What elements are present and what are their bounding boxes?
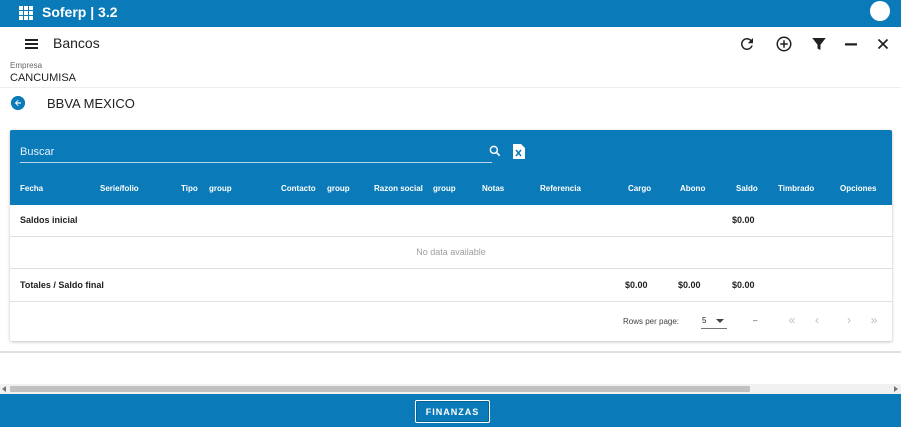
column-header-abono[interactable]: Abono — [680, 184, 705, 193]
scroll-right-icon[interactable] — [894, 386, 898, 392]
page-toolbar: Bancos — [0, 27, 901, 61]
table-row-empty: No data available — [10, 237, 892, 269]
column-header-timbrado[interactable]: Timbrado — [778, 184, 814, 193]
column-header-contacto[interactable]: Contacto — [281, 184, 316, 193]
scrollbar-thumb[interactable] — [10, 386, 750, 392]
horizontal-scrollbar[interactable] — [0, 384, 901, 394]
saldos-inicial-label: Saldos inicial — [20, 215, 78, 225]
saldos-inicial-saldo: $0.00 — [732, 215, 755, 225]
transactions-table-card: Fecha Serie/folio Tipo group Contacto gr… — [10, 130, 892, 341]
empresa-value: CANCUMISA — [10, 72, 77, 84]
first-page-icon[interactable]: « — [785, 313, 799, 327]
prev-page-icon[interactable]: ‹ — [810, 313, 824, 327]
back-arrow-icon[interactable] — [11, 96, 25, 110]
totales-saldo: $0.00 — [732, 280, 755, 290]
column-header-razon-social[interactable]: Razon social — [374, 184, 423, 193]
column-header-notas[interactable]: Notas — [482, 184, 504, 193]
rows-per-page-value: 5 — [702, 316, 707, 325]
column-header-fecha[interactable]: Fecha — [20, 184, 43, 193]
totales-label: Totales / Saldo final — [20, 280, 104, 290]
totales-cargo: $0.00 — [625, 280, 648, 290]
rows-per-page-select[interactable]: 5 — [701, 313, 727, 329]
divider — [0, 351, 901, 353]
divider — [0, 87, 901, 88]
column-header-group[interactable]: group — [327, 184, 350, 193]
search-icon[interactable] — [488, 144, 502, 158]
app-title: Soferp | 3.2 — [42, 4, 118, 20]
search-input[interactable] — [20, 141, 492, 163]
bottom-bar: FINANZAS — [0, 394, 901, 427]
next-page-icon[interactable]: › — [842, 313, 856, 327]
column-header-opciones[interactable]: Opciones — [840, 184, 876, 193]
table-row-saldos-inicial: Saldos inicial $0.00 — [10, 205, 892, 237]
filter-icon[interactable] — [810, 35, 828, 53]
finanzas-button[interactable]: FINANZAS — [415, 400, 490, 423]
page-title: Bancos — [53, 35, 100, 51]
add-circle-icon[interactable] — [775, 35, 793, 53]
table-row-totales: Totales / Saldo final $0.00 $0.00 $0.00 — [10, 269, 892, 302]
excel-export-icon[interactable] — [513, 144, 525, 159]
minimize-icon[interactable] — [842, 35, 860, 53]
rows-per-page-label: Rows per page: — [623, 317, 680, 326]
menu-icon[interactable] — [25, 39, 38, 49]
avatar[interactable] — [870, 1, 890, 21]
apps-icon[interactable] — [19, 6, 33, 20]
pagination-range: – — [753, 316, 758, 325]
last-page-icon[interactable]: » — [867, 313, 881, 327]
column-header-cargo[interactable]: Cargo — [628, 184, 651, 193]
bank-title: BBVA MEXICO — [47, 96, 135, 111]
column-header-referencia[interactable]: Referencia — [540, 184, 581, 193]
chevron-down-icon — [716, 319, 724, 323]
column-header-group[interactable]: group — [433, 184, 456, 193]
column-header-serie-folio[interactable]: Serie/folio — [100, 184, 139, 193]
refresh-icon[interactable] — [738, 35, 756, 53]
column-header-tipo[interactable]: Tipo — [181, 184, 198, 193]
column-header-saldo[interactable]: Saldo — [736, 184, 758, 193]
column-header-group[interactable]: group — [209, 184, 232, 193]
table-header: Fecha Serie/folio Tipo group Contacto gr… — [10, 130, 892, 205]
no-data-message: No data available — [416, 247, 486, 257]
scroll-left-icon[interactable] — [2, 386, 6, 392]
app-header: Soferp | 3.2 — [0, 0, 901, 27]
close-icon[interactable] — [874, 35, 892, 53]
empresa-label: Empresa — [10, 61, 43, 70]
totales-abono: $0.00 — [678, 280, 701, 290]
